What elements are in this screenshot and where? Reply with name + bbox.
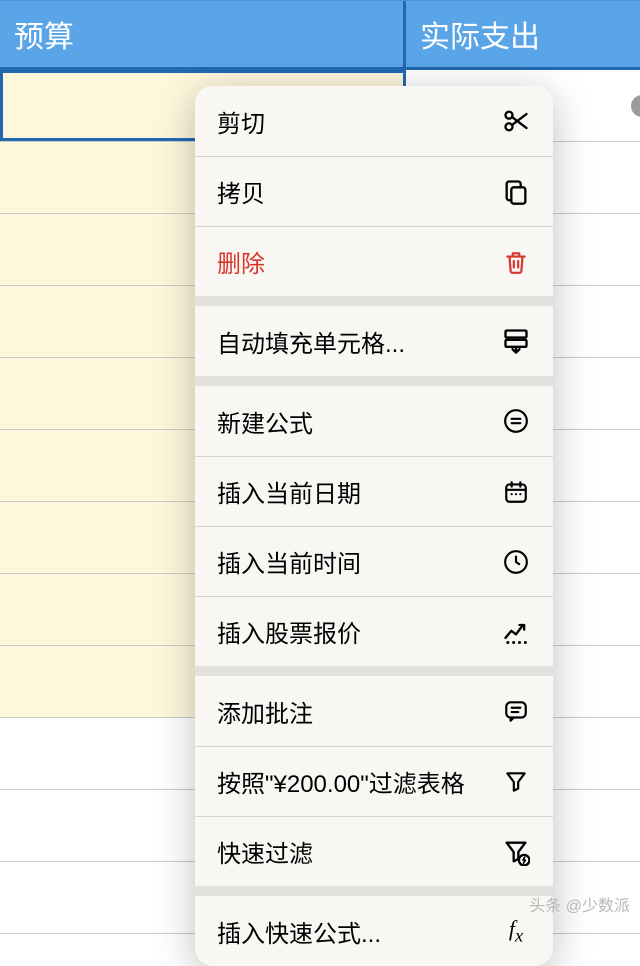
equals-circle-icon (501, 406, 531, 436)
menu-item-label: 插入当前时间 (217, 544, 501, 579)
menu-item-label: 按照"¥200.00"过滤表格 (217, 764, 501, 799)
header-col-budget[interactable]: 预算 (0, 1, 406, 67)
menu-group: 自动填充单元格... (195, 296, 553, 376)
watermark: 头条 @少数派 (529, 892, 630, 916)
autofill-icon (501, 326, 531, 356)
copy-icon (501, 177, 531, 207)
menu-item-cut[interactable]: 剪切 (195, 86, 553, 156)
menu-item-newformula[interactable]: 新建公式 (195, 386, 553, 456)
menu-group: 插入快速公式...fx (195, 886, 553, 966)
menu-item-comment[interactable]: 添加批注 (195, 676, 553, 746)
context-menu: 剪切拷贝删除自动填充单元格...新建公式插入当前日期插入当前时间插入股票报价添加… (195, 86, 553, 966)
fx-icon: fx (501, 916, 531, 946)
menu-item-quickformula[interactable]: 插入快速公式...fx (195, 896, 553, 966)
scissors-icon (501, 106, 531, 136)
menu-item-label: 插入快速公式... (217, 914, 501, 949)
header-label: 预算 (14, 12, 74, 56)
menu-item-label: 添加批注 (217, 694, 501, 729)
trash-icon (501, 247, 531, 277)
menu-item-label: 插入股票报价 (217, 614, 501, 649)
funnel-bolt-icon (501, 837, 531, 867)
menu-item-inserttime[interactable]: 插入当前时间 (195, 526, 553, 596)
menu-item-label: 删除 (217, 244, 501, 279)
funnel-icon (501, 767, 531, 797)
menu-item-label: 剪切 (217, 104, 501, 139)
menu-group: 新建公式插入当前日期插入当前时间插入股票报价 (195, 376, 553, 666)
menu-item-quickfilter[interactable]: 快速过滤 (195, 816, 553, 886)
header-label: 实际支出 (420, 12, 540, 56)
menu-group: 剪切拷贝删除 (195, 86, 553, 296)
header-col-actual[interactable]: 实际支出 (406, 1, 640, 67)
menu-item-insertstock[interactable]: 插入股票报价 (195, 596, 553, 666)
menu-item-autofill[interactable]: 自动填充单元格... (195, 306, 553, 376)
menu-item-label: 插入当前日期 (217, 474, 501, 509)
table-header: 预算 实际支出 (0, 0, 640, 70)
clock-icon (501, 547, 531, 577)
selection-handle-dot[interactable] (631, 95, 640, 117)
menu-item-label: 自动填充单元格... (217, 324, 501, 359)
menu-group: 添加批注按照"¥200.00"过滤表格快速过滤 (195, 666, 553, 886)
menu-item-filterby[interactable]: 按照"¥200.00"过滤表格 (195, 746, 553, 816)
menu-item-label: 新建公式 (217, 404, 501, 439)
menu-item-delete[interactable]: 删除 (195, 226, 553, 296)
menu-item-label: 快速过滤 (217, 834, 501, 869)
calendar-icon (501, 477, 531, 507)
menu-item-label: 拷贝 (217, 174, 501, 209)
menu-item-insertdate[interactable]: 插入当前日期 (195, 456, 553, 526)
menu-item-copy[interactable]: 拷贝 (195, 156, 553, 226)
comment-icon (501, 696, 531, 726)
stock-chart-icon (501, 617, 531, 647)
